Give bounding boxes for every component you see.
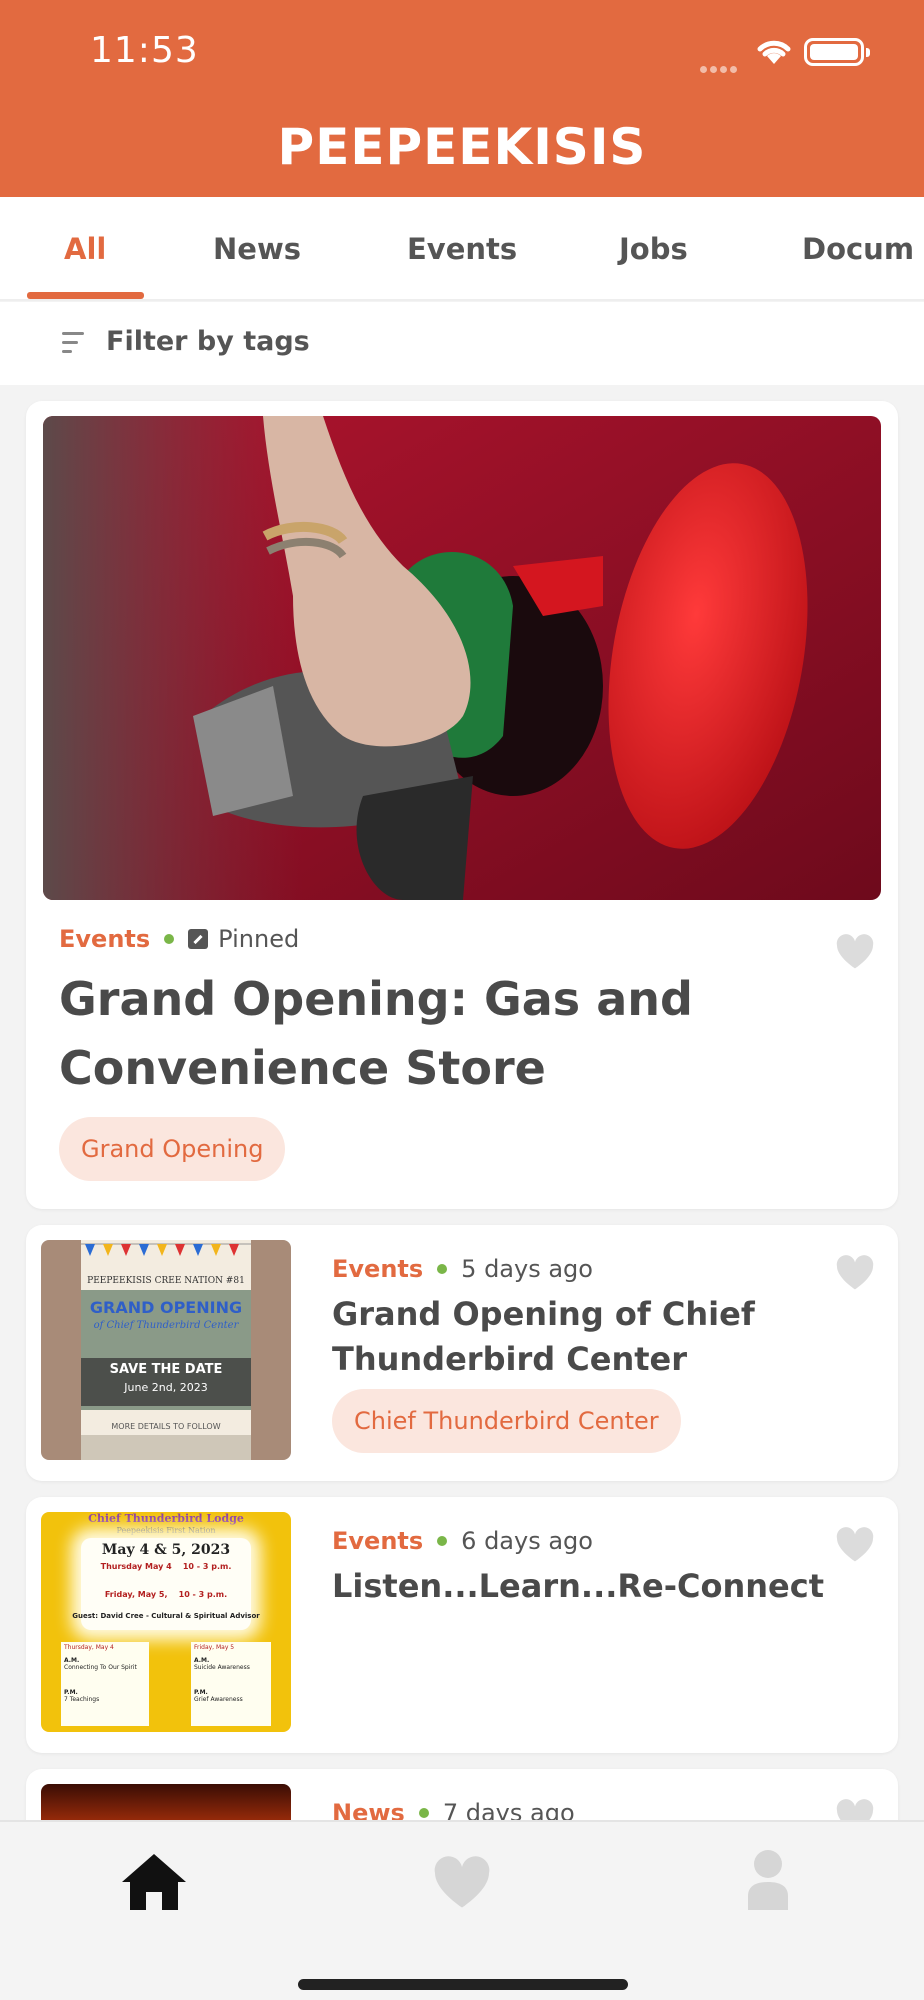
cellular-signal-icon bbox=[700, 58, 740, 77]
active-tab-indicator bbox=[27, 292, 144, 299]
tab-news[interactable]: News bbox=[213, 232, 301, 266]
filter-bar[interactable]: Filter by tags bbox=[0, 302, 924, 385]
post-thumbnail: Chief Thunderbird Lodge Peepeekisis Firs… bbox=[41, 1512, 291, 1732]
favorite-heart-icon[interactable] bbox=[835, 1527, 875, 1563]
app-title: PEEPEEKISIS bbox=[277, 118, 647, 176]
status-dot bbox=[437, 1535, 448, 1546]
favorite-heart-icon[interactable] bbox=[835, 1255, 875, 1291]
home-icon[interactable] bbox=[120, 1852, 188, 1912]
bottom-navigation bbox=[0, 1820, 924, 2000]
post-meta: Events 6 days ago bbox=[332, 1527, 593, 1555]
post-time: 6 days ago bbox=[461, 1527, 593, 1555]
wifi-icon bbox=[757, 40, 791, 64]
heart-icon[interactable] bbox=[432, 1856, 492, 1910]
post-tag[interactable]: Chief Thunderbird Center bbox=[332, 1389, 681, 1453]
battery-icon bbox=[804, 38, 870, 66]
tab-all[interactable]: All bbox=[64, 232, 106, 266]
post-category: Events bbox=[332, 1255, 424, 1283]
app-header: 11:53 PEEPEEKISIS bbox=[0, 0, 924, 197]
post-hero-image bbox=[43, 416, 881, 900]
pin-icon bbox=[188, 929, 209, 949]
status-dot bbox=[418, 1807, 429, 1818]
post-category: Events bbox=[332, 1527, 424, 1555]
tab-documents[interactable]: Docum bbox=[802, 232, 914, 266]
post-time: 5 days ago bbox=[461, 1255, 593, 1283]
filter-label: Filter by tags bbox=[106, 326, 310, 357]
post-thumbnail: PEEPEEKISIS CREE NATION #81 GRAND OPENIN… bbox=[41, 1240, 291, 1460]
status-time: 11:53 bbox=[90, 30, 199, 71]
post-card-pinned[interactable]: Events Pinned Grand Opening: Gas and Conv… bbox=[26, 401, 898, 1209]
post-meta: Events Pinned bbox=[59, 925, 299, 953]
bunting-decoration bbox=[81, 1243, 251, 1256]
post-title[interactable]: Grand Opening of Chief Thunderbird Cente… bbox=[332, 1292, 852, 1382]
pinned-label: Pinned bbox=[218, 925, 300, 953]
post-card[interactable]: PEEPEEKISIS CREE NATION #81 GRAND OPENIN… bbox=[26, 1225, 898, 1481]
post-tag[interactable]: Grand Opening bbox=[59, 1117, 286, 1181]
post-card[interactable]: Chief Thunderbird Lodge Peepeekisis Firs… bbox=[26, 1497, 898, 1753]
tab-jobs[interactable]: Jobs bbox=[619, 232, 688, 266]
status-dot bbox=[437, 1263, 448, 1274]
post-title[interactable]: Listen...Learn...Re-Connect bbox=[332, 1564, 852, 1609]
profile-icon[interactable] bbox=[746, 1848, 790, 1910]
tab-events[interactable]: Events bbox=[407, 232, 517, 266]
post-title[interactable]: Grand Opening: Gas and Convenience Store bbox=[59, 965, 859, 1103]
category-tabs: All News Events Jobs Docum bbox=[0, 197, 924, 301]
home-indicator bbox=[298, 1979, 628, 1990]
status-dot bbox=[164, 933, 175, 944]
filter-icon bbox=[62, 332, 84, 359]
post-category: Events bbox=[59, 925, 151, 953]
post-meta: Events 5 days ago bbox=[332, 1255, 593, 1283]
